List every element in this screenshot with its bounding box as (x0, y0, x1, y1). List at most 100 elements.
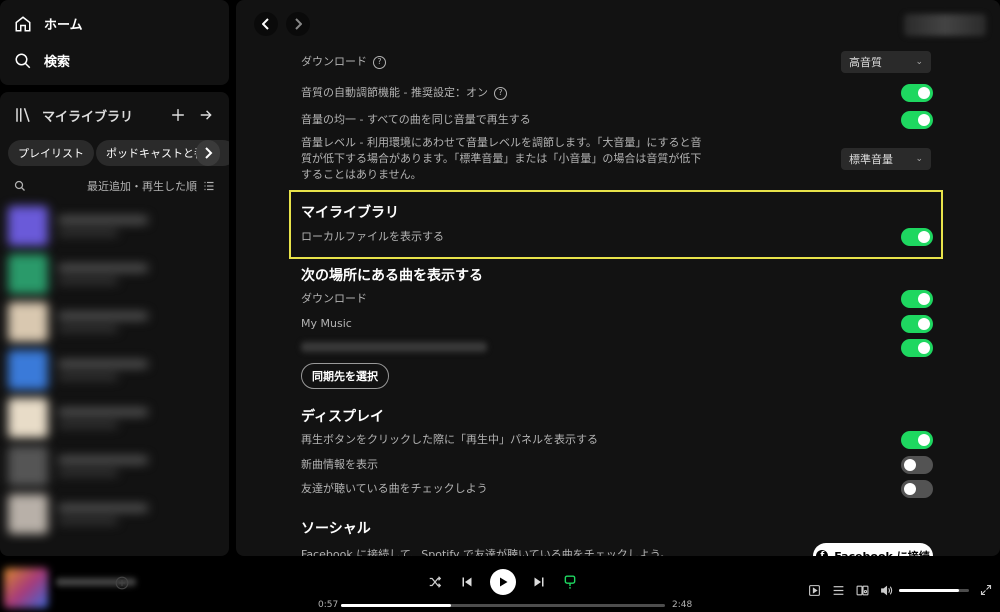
now-playing-cover[interactable] (4, 568, 48, 608)
volume-fill (899, 589, 959, 592)
home-icon (15, 15, 31, 31)
connect-device-button[interactable] (854, 582, 870, 598)
local-files-row: ローカルファイルを表示する (301, 229, 934, 245)
show-songs-title: 次の場所にある曲を表示する (301, 268, 483, 284)
library-icon[interactable] (14, 106, 32, 124)
now-playing-view-button[interactable] (806, 582, 822, 598)
list-item[interactable] (4, 298, 224, 346)
chevron-down-icon: ⌄ (915, 57, 923, 67)
previous-button[interactable] (459, 574, 475, 590)
my-library-title: マイライブラリ (301, 205, 399, 221)
new-releases-row: 新曲情報を表示 (301, 457, 934, 473)
user-menu[interactable] (904, 14, 986, 36)
sort-label: 最近追加・再生した順 (87, 180, 197, 193)
display-title: ディスプレイ (301, 409, 385, 425)
normalize-row: 音量の均一 - すべての曲を同じ音量で再生する (301, 112, 934, 128)
facebook-connect-button[interactable]: f Facebook に接続 (813, 543, 933, 556)
nav-home[interactable]: ホーム (14, 14, 83, 33)
list-item[interactable] (4, 442, 224, 490)
play-icon (500, 577, 508, 587)
queue-icon (833, 585, 843, 595)
add-to-library-button[interactable] (113, 574, 131, 592)
repeat-button[interactable] (562, 573, 578, 591)
fullscreen-button[interactable] (978, 582, 994, 598)
local-files-toggle[interactable] (901, 228, 933, 246)
source-mymusic-row: My Music (301, 316, 934, 332)
download-quality-label: ダウンロード (301, 55, 367, 68)
fullscreen-icon (980, 584, 992, 596)
play-button[interactable] (490, 569, 516, 595)
now-playing-toggle[interactable] (901, 431, 933, 449)
chevron-right-icon[interactable] (196, 140, 220, 166)
friends-row: 友達が聴いている曲をチェックしよう (301, 481, 934, 497)
download-quality-select[interactable]: 高音質 ⌄ (841, 51, 931, 73)
sync-button[interactable]: 同期先を選択 (301, 363, 389, 389)
mute-button[interactable] (878, 582, 894, 598)
shuffle-button[interactable] (427, 574, 443, 590)
settings-panel: ダウンロード? 高音質 ⌄ 音質の自動調節機能 - 推奨設定：オン? 音量の均一 … (236, 0, 1000, 556)
source-download-toggle[interactable] (901, 290, 933, 308)
next-button[interactable] (531, 574, 547, 590)
add-icon[interactable] (167, 104, 189, 126)
list-item[interactable] (4, 202, 224, 250)
volume-level-label: 音量レベル - 利用環境にあわせて音量レベルを調節します。「大音量」にすると音質… (301, 136, 702, 181)
help-icon[interactable]: ? (493, 86, 507, 100)
sort-control[interactable]: 最近追加・再生した順 (87, 178, 215, 194)
source-mymusic-toggle[interactable] (901, 315, 933, 333)
volume-icon (880, 585, 892, 595)
progress-bar[interactable] (341, 604, 665, 607)
download-quality-value: 高音質 (849, 56, 882, 69)
volume-level-select[interactable]: 標準音量 ⌄ (841, 148, 931, 170)
expand-arrow-icon[interactable] (195, 104, 217, 126)
volume-slider[interactable] (899, 589, 969, 592)
list-item[interactable] (4, 394, 224, 442)
normalize-label: 音量の均一 - すべての曲を同じ音量で再生する (301, 113, 531, 126)
now-playing-row: 再生ボタンをクリックした際に「再生中」パネルを表示する (301, 432, 934, 448)
forward-button[interactable] (286, 12, 310, 36)
devices-icon (856, 585, 868, 595)
source-mymusic-label: My Music (301, 317, 352, 330)
skip-back-icon (462, 577, 472, 587)
source-download-row: ダウンロード (301, 291, 934, 307)
auto-adjust-row: 音質の自動調節機能 - 推奨設定：オン? (301, 85, 934, 101)
history-nav (254, 12, 310, 36)
list-item[interactable] (4, 346, 224, 394)
source-other-toggle[interactable] (901, 339, 933, 357)
shuffle-icon (429, 576, 442, 588)
nav-search[interactable]: 検索 (14, 51, 70, 70)
library-panel: マイライブラリ プレイリスト ポッドキャストと番 最近追加・再生した順 (0, 92, 229, 556)
queue-button[interactable] (830, 582, 846, 598)
now-playing-icon (808, 584, 820, 596)
library-tools: 最近追加・再生した順 (14, 176, 215, 196)
friends-toggle[interactable] (901, 480, 933, 498)
new-releases-label: 新曲情報を表示 (301, 458, 378, 471)
volume-level-value: 標準音量 (849, 153, 893, 166)
highlight-box (289, 190, 943, 259)
library-title[interactable]: マイライブラリ (42, 106, 161, 125)
search-icon (15, 53, 31, 68)
normalize-toggle[interactable] (901, 111, 933, 129)
add-icon (115, 576, 129, 590)
search-icon[interactable] (14, 180, 26, 192)
new-releases-toggle[interactable] (901, 456, 933, 474)
nav-search-label: 検索 (44, 55, 71, 70)
progress-fill (341, 604, 452, 607)
download-quality-row: ダウンロード? (301, 54, 934, 70)
list-item[interactable] (4, 250, 224, 298)
friends-label: 友達が聴いている曲をチェックしよう (301, 482, 488, 495)
back-button[interactable] (254, 12, 278, 36)
chip-playlists[interactable]: プレイリスト (8, 140, 94, 166)
list-item[interactable] (4, 490, 224, 538)
player-bar: 0:57 2:48 (0, 556, 1000, 612)
auto-adjust-toggle[interactable] (901, 84, 933, 102)
elapsed-time: 0:57 (318, 600, 339, 610)
blurred-folder-path (301, 342, 487, 352)
now-playing-label: 再生ボタンをクリックした際に「再生中」パネルを表示する (301, 433, 598, 446)
chevron-right-icon (295, 18, 302, 30)
chevron-left-icon (262, 18, 269, 30)
chevron-down-icon: ⌄ (915, 154, 923, 164)
volume-level-row: 音量レベル - 利用環境にあわせて音量レベルを調節します。「大音量」にすると音質… (301, 135, 711, 183)
auto-adjust-label: 音質の自動調節機能 - 推奨設定：オン (301, 86, 488, 99)
social-title: ソーシャル (301, 521, 371, 537)
help-icon[interactable]: ? (373, 55, 386, 69)
